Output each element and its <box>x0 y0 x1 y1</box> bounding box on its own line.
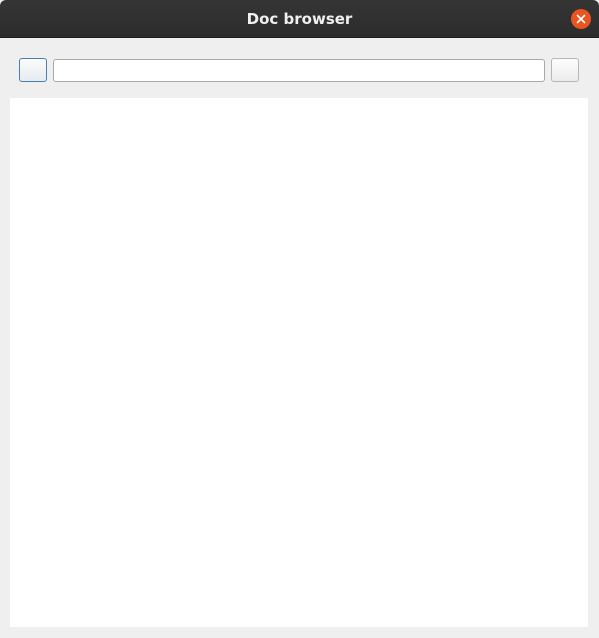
doc-browser-window: Doc browser <box>0 0 599 638</box>
document-view[interactable] <box>10 98 588 627</box>
back-button[interactable] <box>19 58 47 82</box>
close-icon <box>576 14 586 24</box>
close-button[interactable] <box>571 9 591 29</box>
address-input[interactable] <box>53 59 545 82</box>
title-bar[interactable]: Doc browser <box>0 0 599 38</box>
window-title: Doc browser <box>246 10 353 28</box>
forward-button[interactable] <box>551 58 579 82</box>
